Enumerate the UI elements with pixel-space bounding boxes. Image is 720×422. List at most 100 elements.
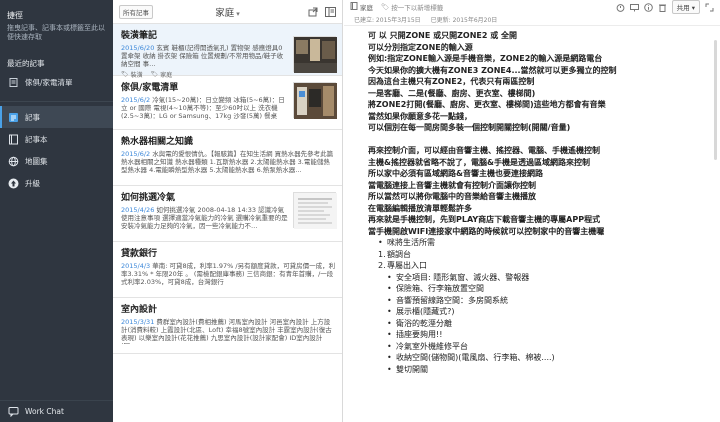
note-icon (8, 112, 19, 123)
notebook-title: 家庭 (215, 7, 235, 19)
sidebar-item-notes[interactable]: 記事 (0, 106, 113, 128)
numbered-list-item: 1. 額調台 (378, 249, 706, 261)
note-content[interactable]: 可 以 只開ZONE 或只開ZONE2 或 全開 可以分別指定ZONE的輸入源 … (344, 26, 720, 375)
content-line: 因為這台主機只有ZONE2，代表只有兩區控制 (368, 77, 535, 86)
add-tag-placeholder: 按一下以新增標籤 (391, 4, 444, 12)
content-line: 例如:指定ZONE輸入源是手機音樂，ZONE2的輸入源是網路電台 (368, 54, 603, 63)
sidebar-divider (0, 101, 113, 102)
note-list-item[interactable]: 貸款銀行 2015/4/3 華南: 可貸8成，利率1.97% /另有額度貸款，可… (113, 242, 342, 298)
note-title: 室內設計 (121, 305, 158, 315)
view-options-icon[interactable] (325, 6, 336, 17)
sub-list-item: 安全項目: 隱形氣窗、滅火器、警報器 (378, 272, 706, 284)
upgrade-icon (8, 178, 19, 189)
content-line: 當電腦連接上音響主機就會有控制介面讓你控制 (368, 180, 536, 190)
list-item-text: 專屬出入口 (387, 261, 427, 270)
note-list-item[interactable]: 如何挑選冷氣 2015/4/26 如何挑選冷氣 2008-04-18 14:33… (113, 186, 342, 242)
sidebar-item-label: 升級 (25, 178, 40, 188)
sidebar-item-upgrade[interactable]: 升級 (0, 172, 113, 194)
sidebar-item-label: 記事 (25, 112, 40, 122)
created-date: 已建立: 2015年3月15日 (354, 17, 421, 24)
work-chat-button[interactable]: Work Chat (0, 400, 113, 422)
content-line: 再來控制介面，可以經由音響主機、搖控器、電腦、手機遙機控制 (368, 146, 600, 155)
add-tag-field[interactable]: 🏷 按一下以新增標籤 (381, 2, 443, 12)
content-line: 今天如果你的擴大機有ZONE3 ZONE4...當然就可以更多獨立的控制 (368, 65, 617, 75)
recent-notes-title[interactable]: 最近的記事 (0, 58, 113, 69)
recent-note-label: 傢俱/家電清單 (25, 77, 73, 87)
note-editor: 家庭 🏷 按一下以新增標籤 共用 ▾ 已建立: 2015年3月15日 已更新: … (344, 0, 720, 422)
list-number: 1. (378, 249, 386, 259)
content-line: 當手機開啟WIFI連接家中網路的時候就可以控制家中的音響主機囉 (368, 226, 605, 236)
note-list-item[interactable]: 熱水器相關之知識 2015/6/2 水與電的愛恨情仇。【報駭篇】在知生活網 買熱… (113, 130, 342, 186)
shortcuts-description: 拖曳記事、記事本或標籤至此以便快速存取 (7, 24, 105, 41)
note-snippet: 2015/3/31 費群室內設計(費相推薦) 河馬室內設計 河邑室內設計 上方設… (121, 318, 336, 344)
expand-icon[interactable] (705, 3, 714, 12)
sub-list-item: 保險箱、行李箱放置空間 (378, 283, 706, 295)
sidebar-item-notebooks[interactable]: 記事本 (0, 128, 113, 150)
note-snippet: 2015/4/3 華南: 可貸8成，利率1.97% /另有額度貸款，可貸房價一成… (121, 262, 336, 288)
note-date: 2015/6/20 (121, 44, 155, 52)
sidebar-item-label: 地圖集 (25, 156, 48, 166)
shortcuts-section: 捷徑 拖曳記事、記事本或標籤至此以便快速存取 (0, 0, 113, 42)
chat-icon (8, 406, 19, 417)
chevron-down-icon: ▾ (236, 9, 240, 18)
list-number: 2. (378, 261, 386, 270)
updated-date: 已更新: 2015年6月20日 (430, 17, 498, 24)
note-snippet: 2015/6/20 玄賓 鞋櫃(記得開透氣孔) 置物架 感應燈具0 置傘架 收納… (121, 44, 289, 68)
content-line: 可 以 只開ZONE 或只開ZONE2 或 全開 (368, 31, 518, 40)
numbered-list-item: 2. 專屬出入口 (378, 260, 706, 272)
reminder-icon[interactable] (616, 3, 625, 12)
content-line: 所以當然可以將你電腦中的音樂給音響主機播放 (368, 192, 536, 201)
content-line: 一是客廳、二是(餐廳、廚房、更衣室、樓梯間) (368, 88, 536, 98)
editor-notebook-label: 家庭 (360, 4, 373, 12)
note-snippet: 2015/6/2 冷氣(15~20萬)：日立變頻 冰箱(5~6萬)：日立 or … (121, 96, 289, 120)
sub-list-item: 衛浴的乾溼分離 (378, 318, 706, 330)
atlas-icon (8, 156, 19, 167)
editor-scrollbar[interactable] (714, 40, 717, 160)
work-chat-label: Work Chat (25, 407, 64, 416)
note-title: 熱水器相關之知識 (121, 137, 194, 147)
share-label: 共用 (676, 4, 690, 12)
content-line: 再來就是手機控制，先到PLAY商店下載音響主機的專屬APP程式 (368, 215, 601, 224)
note-snippet-text: 水與電的愛恨情仇。【報駭篇】在知生活網 買熱水器先參考此篇 熱水器相關之知識 熱… (121, 150, 334, 174)
sub-list-item: 收納空間(儲物間)(電風扇、行李箱、棉被....) (378, 352, 706, 364)
note-list-item[interactable]: 裝潢筆記 2015/6/20 玄賓 鞋櫃(記得開透氣孔) 置物架 感應燈具0 置… (113, 24, 342, 79)
tag-icon: 🏷 (381, 3, 390, 11)
content-blank-line (368, 134, 706, 146)
present-icon[interactable] (629, 3, 639, 12)
sidebar: 捷徑 拖曳記事、記事本或標籤至此以便快速存取 最近的記事 傢俱/家電清單 記事 … (0, 0, 113, 422)
note-snippet: 2015/4/26 如何挑選冷氣 2008-04-18 14:33 認識冷氣 使… (121, 206, 289, 232)
note-metadata: 已建立: 2015年3月15日 已更新: 2015年6月20日 (344, 14, 720, 26)
sidebar-item-atlas[interactable]: 地圖集 (0, 150, 113, 172)
recent-note-item[interactable]: 傢俱/家電清單 (0, 73, 113, 91)
note-list-item[interactable]: 傢俱/家電清單 2015/6/2 冷氣(15~20萬)：日立變頻 冰箱(5~6萬… (113, 76, 342, 130)
content-line: 在電腦編輯播放清單輕鬆許多 (368, 203, 472, 213)
sub-list-item: 冷氣室外機維修平台 (378, 341, 706, 353)
sub-list-item: 插座要夠用!! (378, 329, 706, 341)
share-notebook-icon[interactable] (307, 6, 318, 17)
editor-toolbar: 家庭 🏷 按一下以新增標籤 共用 ▾ (344, 0, 720, 14)
note-snippet: 2015/6/2 水與電的愛恨情仇。【報駭篇】在知生活網 買熱水器先參考此篇 熱… (121, 150, 336, 176)
editor-actions: 共用 ▾ (616, 0, 714, 14)
note-date: 2015/4/26 (121, 206, 155, 214)
trash-icon[interactable] (658, 3, 667, 12)
note-list: 所有記事 家庭 ▾ 裝潢筆記 2015/6/20 玄賓 鞋櫃(記得開透氣孔) 置物… (113, 0, 343, 422)
note-title: 貸款銀行 (121, 249, 158, 259)
sub-list-item: 雙切開關 (378, 364, 706, 376)
info-icon[interactable] (643, 2, 653, 12)
sidebar-item-label: 記事本 (25, 134, 48, 144)
note-thumbnail (293, 192, 337, 229)
note-list-item[interactable]: 室內設計 2015/3/31 費群室內設計(費相推薦) 河馬室內設計 河邑室內設… (113, 298, 342, 354)
note-small-icon (8, 77, 19, 88)
list-item: 咪將生活所需 (378, 237, 706, 249)
editor-notebook-selector[interactable]: 家庭 (350, 2, 373, 12)
shortcuts-title[interactable]: 捷徑 (7, 10, 106, 21)
content-line: 可以個別在每一間房間多裝一個控制開關控制(開關/音量) (368, 123, 571, 132)
content-line: 主機&搖控器就省略不說了，電腦&手機是透過區域網路來控制 (368, 157, 590, 167)
notebook-icon (350, 2, 358, 12)
note-date: 2015/6/2 (121, 150, 151, 158)
note-date: 2015/4/3 (121, 262, 151, 270)
share-button[interactable]: 共用 ▾ (671, 0, 700, 14)
list-item-text: 額調台 (387, 249, 411, 259)
content-line: 所以家中必須有區域網路&音響主機也要連接網路 (368, 169, 543, 178)
note-snippet-text: 華南: 可貸8成，利率1.97% /另有額度貸款，可貸房價一成，利率3.31% … (121, 262, 336, 286)
